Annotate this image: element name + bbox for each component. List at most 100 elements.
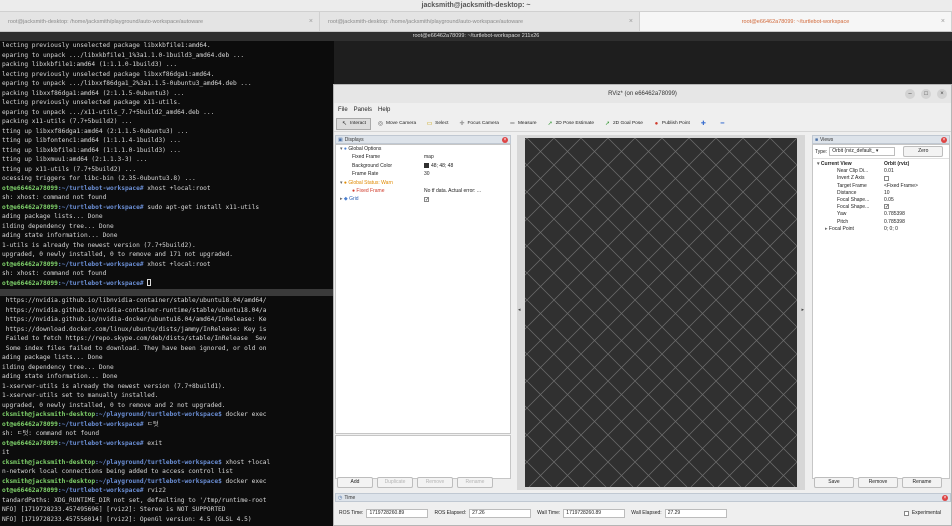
- view-property-row[interactable]: ▾ Current View Orbit (rviz): [813, 161, 949, 168]
- wall-time-field[interactable]: 1719728260.89: [563, 508, 626, 518]
- view-property-row[interactable]: Target Frame <Fixed Frame>: [813, 183, 949, 190]
- display-value[interactable]: 30: [424, 170, 430, 178]
- prompt-user: ot@e66462a78099: [2, 279, 58, 287]
- display-row[interactable]: ▸ ◆ Grid ✓: [336, 195, 510, 203]
- checkbox[interactable]: ✓: [424, 196, 429, 202]
- prompt-path: :~/playground/turtlebot-workspace$: [95, 477, 222, 485]
- view-property-row[interactable]: Distance 10: [813, 190, 949, 197]
- display-property: Fixed Frame: [352, 153, 380, 161]
- checkbox[interactable]: ✓: [884, 204, 889, 210]
- close-button[interactable]: ×: [937, 89, 947, 99]
- collapse-right-icon[interactable]: ▸: [801, 307, 804, 313]
- menu-panels[interactable]: Panels: [354, 107, 372, 113]
- duplicate-display-button[interactable]: Duplicate: [377, 477, 413, 488]
- checkbox[interactable]: [884, 175, 889, 181]
- collapse-left-icon[interactable]: ◂: [518, 307, 521, 313]
- view-property-row[interactable]: Pitch 0.785398: [813, 219, 949, 226]
- display-value[interactable]: No tf data. Actual error: ...: [424, 187, 481, 195]
- display-value[interactable]: 48; 48; 48: [424, 162, 453, 170]
- view-property-value[interactable]: 0.05: [884, 197, 894, 204]
- prompt-command: sudo apt-get install x11-utils: [143, 203, 260, 211]
- close-icon[interactable]: ×: [629, 12, 633, 31]
- tool-add-tool-button[interactable]: ✚: [696, 119, 713, 129]
- display-row[interactable]: Background Color 48; 48; 48: [336, 162, 510, 170]
- terminal-tab-2[interactable]: root@jacksmith-desktop: /home/jacksmith/…: [320, 12, 640, 31]
- add-display-button[interactable]: Add: [337, 477, 373, 488]
- tool-label: 2D Pose Estimate: [555, 121, 595, 126]
- zero-button[interactable]: Zero: [903, 146, 944, 157]
- view-property-value[interactable]: [884, 175, 889, 182]
- display-row[interactable]: ● Fixed Frame No tf data. Actual error: .…: [336, 187, 510, 195]
- rename-view-button[interactable]: Rename: [902, 477, 942, 488]
- tool-focus-camera-button[interactable]: ✛ Focus Camera: [454, 119, 502, 129]
- maximize-button[interactable]: □: [921, 89, 931, 99]
- displays-tree[interactable]: ▾ ● Global Options Fixed Frame map Backgrou…: [335, 144, 511, 434]
- display-row[interactable]: Fixed Frame map: [336, 153, 510, 161]
- display-row[interactable]: ▾ ● Global Options: [336, 145, 510, 153]
- view-property-value[interactable]: 0.785398: [884, 211, 905, 218]
- tool-2d-pose-estimate-button[interactable]: ➚ 2D Pose Estimate: [543, 119, 598, 129]
- view-property-row[interactable]: Invert Z Axis: [813, 175, 949, 182]
- tool-bar: ↖ Interact ◎ Move Camera ▭ Select ✛ Focus Camer…: [334, 116, 951, 132]
- displays-header: ▣ Displays ×: [335, 135, 511, 144]
- tool-publish-point-button[interactable]: ● Publish Point: [649, 119, 694, 129]
- prompt-path: :~/turtlebot-workspace#: [57, 439, 144, 447]
- terminal-line: ilding dependency tree... Done: [2, 222, 114, 230]
- ros-time-field[interactable]: 1719728260.89: [366, 508, 429, 518]
- close-icon[interactable]: ×: [942, 495, 948, 501]
- terminal-line: tting up libxxf86dga1:amd64 (2:1.1.5-0ub…: [2, 127, 189, 135]
- view-property-value[interactable]: Orbit (rviz): [884, 161, 909, 168]
- terminal-tab-3[interactable]: root@e66462a78099: ~/turtlebot-workspace…: [640, 12, 952, 31]
- tool-interact-button[interactable]: ↖ Interact: [336, 117, 371, 130]
- save-view-button[interactable]: Save: [814, 477, 854, 488]
- displays-panel: ▣ Displays × ▾ ● Global Options Fixed Fra…: [335, 135, 511, 489]
- view-property-value[interactable]: <Fixed Frame>: [884, 183, 918, 190]
- terminal-line: ading package lists... Done: [2, 213, 103, 220]
- terminal-pane-bottom[interactable]: https://nvidia.github.io/libnvidia-conta…: [0, 296, 334, 526]
- 3d-viewport[interactable]: [525, 138, 797, 487]
- display-row[interactable]: ▾ ● Global Status: Warn: [336, 179, 510, 187]
- display-row[interactable]: Frame Rate 30: [336, 170, 510, 178]
- remove-view-button[interactable]: Remove: [858, 477, 898, 488]
- view-property-value[interactable]: 0; 0; 0: [884, 226, 898, 233]
- tool-measure-button[interactable]: ═ Measure: [505, 119, 541, 129]
- view-property-value[interactable]: ✓: [884, 204, 889, 211]
- menu-help[interactable]: Help: [378, 107, 390, 113]
- tool-remove-tool-button[interactable]: ━: [715, 119, 732, 129]
- close-icon[interactable]: ×: [941, 12, 945, 31]
- grid-line: [525, 351, 661, 487]
- minimize-button[interactable]: –: [905, 89, 915, 99]
- view-property-row[interactable]: Yaw 0.785398: [813, 211, 949, 218]
- display-value[interactable]: ✓: [424, 195, 429, 203]
- terminal-pane-top[interactable]: lecting previously unselected package li…: [0, 41, 334, 289]
- view-value-text: 0.01: [884, 168, 894, 175]
- view-property-row[interactable]: Focal Shape... 0.05: [813, 197, 949, 204]
- tool-select-button[interactable]: ▭ Select: [422, 119, 452, 129]
- close-icon[interactable]: ×: [502, 137, 508, 143]
- remove-display-button[interactable]: Remove: [417, 477, 453, 488]
- view-property-value[interactable]: 10: [884, 190, 890, 197]
- tool-2d-goal-pose-button[interactable]: ➚ 2D Goal Pose: [600, 119, 647, 129]
- rename-display-button[interactable]: Rename: [457, 477, 493, 488]
- ros-elapsed-field[interactable]: 27.26: [469, 508, 532, 518]
- pane-divider[interactable]: [0, 289, 334, 296]
- terminal-line: 1-utils is already the newest version (7…: [2, 241, 196, 249]
- grid-line: [525, 138, 582, 195]
- experimental-checkbox[interactable]: [903, 510, 909, 516]
- view-property-label: Near Clip Di...: [837, 168, 869, 175]
- tool-label: 2D Goal Pose: [613, 121, 643, 126]
- menu-file[interactable]: File: [338, 107, 348, 113]
- view-property-row[interactable]: Near Clip Di... 0.01: [813, 168, 949, 175]
- view-property-row[interactable]: Focal Shape... ✓: [813, 204, 949, 211]
- view-property-value[interactable]: 0.785398: [884, 219, 905, 226]
- close-icon[interactable]: ×: [309, 12, 313, 31]
- display-value[interactable]: map: [424, 153, 434, 161]
- views-tree[interactable]: Type: Orbit (rviz_default_ ▾ Zero ▾ Curr…: [812, 144, 950, 479]
- terminal-tab-1[interactable]: root@jacksmith-desktop: /home/jacksmith/…: [0, 12, 320, 31]
- view-property-value[interactable]: 0.01: [884, 168, 894, 175]
- view-property-row[interactable]: ▸ Focal Point 0; 0; 0: [813, 226, 949, 233]
- wall-elapsed-field[interactable]: 27.29: [664, 508, 727, 518]
- view-type-select[interactable]: Orbit (rviz_default_ ▾: [829, 147, 896, 156]
- close-icon[interactable]: ×: [941, 137, 947, 143]
- tool-move-camera-button[interactable]: ◎ Move Camera: [373, 119, 420, 129]
